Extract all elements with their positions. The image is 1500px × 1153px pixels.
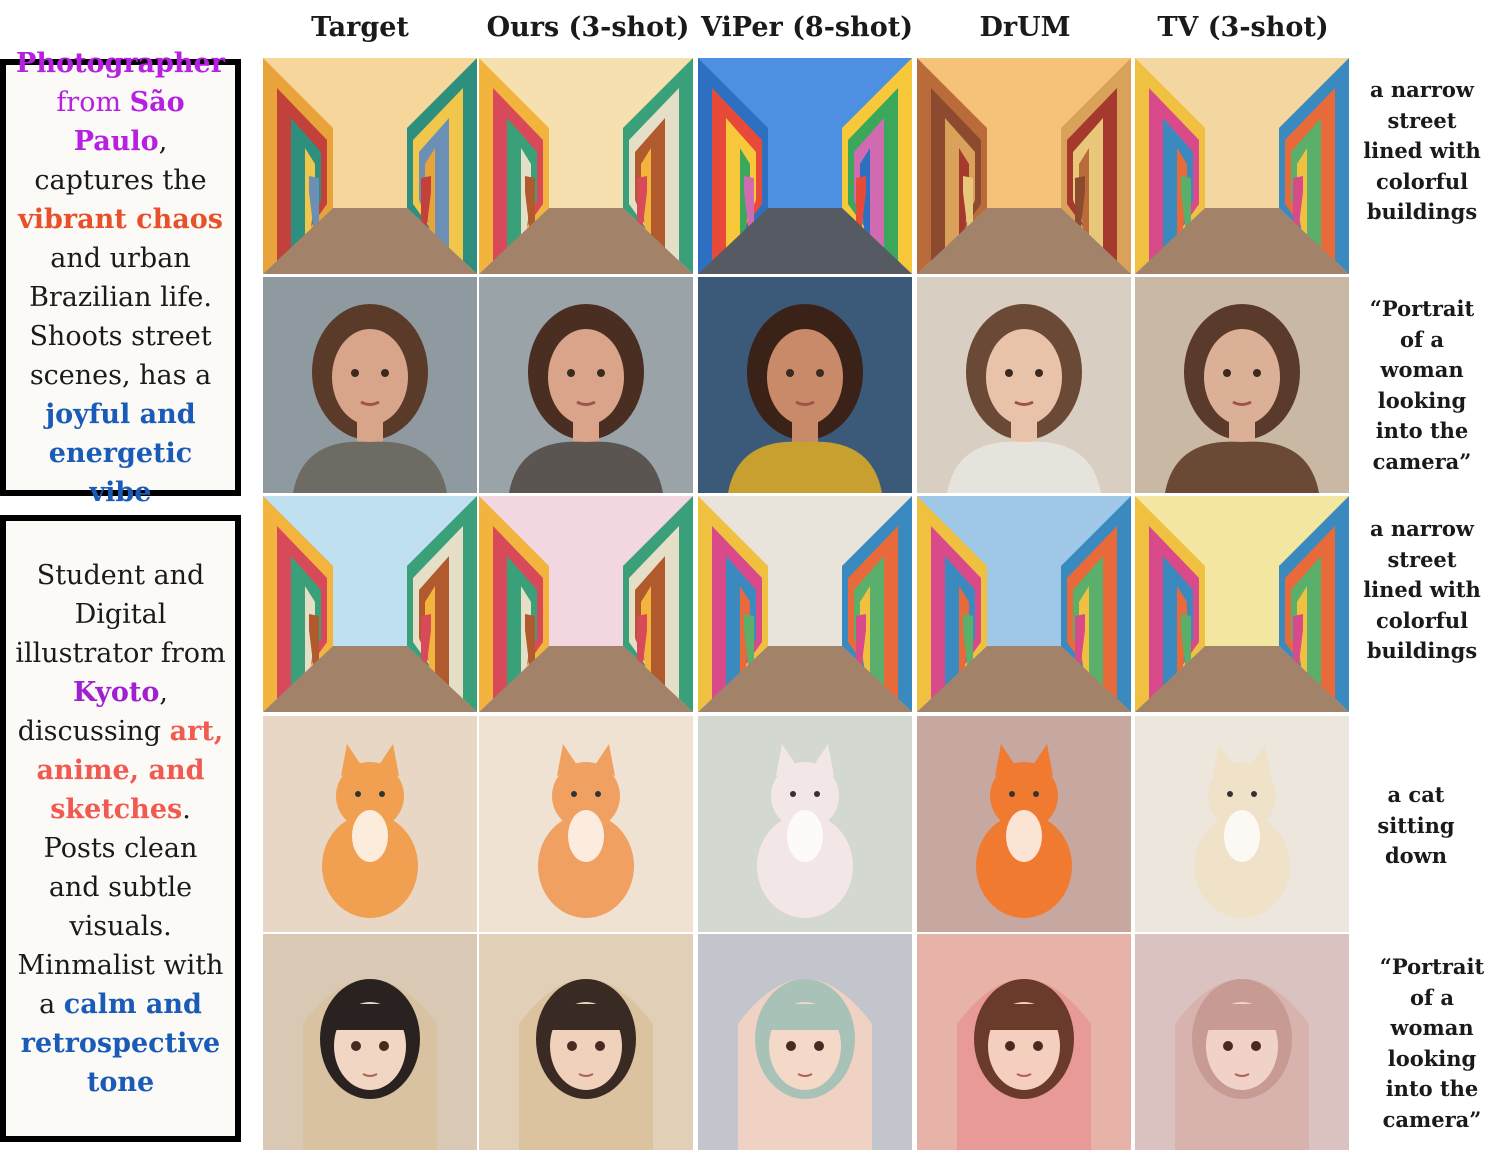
column-header-tv: TV (3-shot) (1157, 12, 1329, 43)
image-cat-illustration-drum (917, 716, 1131, 932)
image-cat-illustration-ours (479, 716, 693, 932)
column-header-ours: Ours (3-shot) (486, 12, 690, 43)
image-portrait-illustration-viper (698, 934, 912, 1150)
image-portrait-photo-viper (698, 277, 912, 493)
image-portrait-illustration-drum (917, 934, 1131, 1150)
persona-segment: and urban Brazilian life. Shoots street … (29, 242, 212, 391)
persona-box-kyoto: Student and Digital illustrator from Kyo… (0, 515, 241, 1142)
image-portrait-illustration-ours (479, 934, 693, 1150)
image-street-illustration-ours (479, 496, 693, 712)
image-street-photo-viper (698, 58, 912, 274)
image-portrait-illustration-target (263, 934, 477, 1150)
image-portrait-illustration-tv (1135, 934, 1349, 1150)
column-header-viper: ViPer (8-shot) (701, 12, 913, 43)
persona-segment: . Posts clean and subtle visuals. Minmal… (17, 793, 224, 1020)
image-street-illustration-viper (698, 496, 912, 712)
prompt-row-5: “Portrait of a woman looking into the ca… (1379, 954, 1485, 1132)
persona-segment: Student and Digital illustrator from (15, 559, 226, 669)
persona-text: Student and Digital illustrator from Kyo… (14, 556, 227, 1102)
image-street-illustration-drum (917, 496, 1131, 712)
image-street-illustration-target (263, 496, 477, 712)
persona-text: Photographer from São Paulo, captures th… (14, 44, 227, 512)
image-street-photo-ours (479, 58, 693, 274)
persona-segment: Photographer (16, 47, 225, 79)
image-cat-illustration-viper (698, 716, 912, 932)
persona-segment: joyful and energetic vibe (45, 398, 196, 508)
image-street-illustration-tv (1135, 496, 1349, 712)
image-street-photo-target (263, 58, 477, 274)
prompt-row-1: a narrow street lined with colorful buil… (1363, 77, 1481, 224)
prompt-row-3: a narrow street lined with colorful buil… (1363, 516, 1481, 663)
persona-segment: vibrant chaos (18, 203, 223, 235)
prompt-row-2: “Portrait of a woman looking into the ca… (1369, 296, 1475, 474)
image-cat-illustration-tv (1135, 716, 1349, 932)
column-header-target: Target (311, 12, 409, 43)
image-portrait-photo-tv (1135, 277, 1349, 493)
persona-box-sao-paulo: Photographer from São Paulo, captures th… (0, 48, 241, 508)
image-portrait-photo-ours (479, 277, 693, 493)
image-street-photo-tv (1135, 58, 1349, 274)
prompt-row-4: a cat sitting down (1377, 782, 1455, 868)
persona-segment: Kyoto (72, 676, 160, 708)
image-portrait-photo-target (263, 277, 477, 493)
image-street-photo-drum (917, 58, 1131, 274)
column-header-drum: DrUM (979, 12, 1071, 43)
image-cat-illustration-target (263, 716, 477, 932)
image-portrait-photo-drum (917, 277, 1131, 493)
persona-segment: from (56, 86, 130, 118)
